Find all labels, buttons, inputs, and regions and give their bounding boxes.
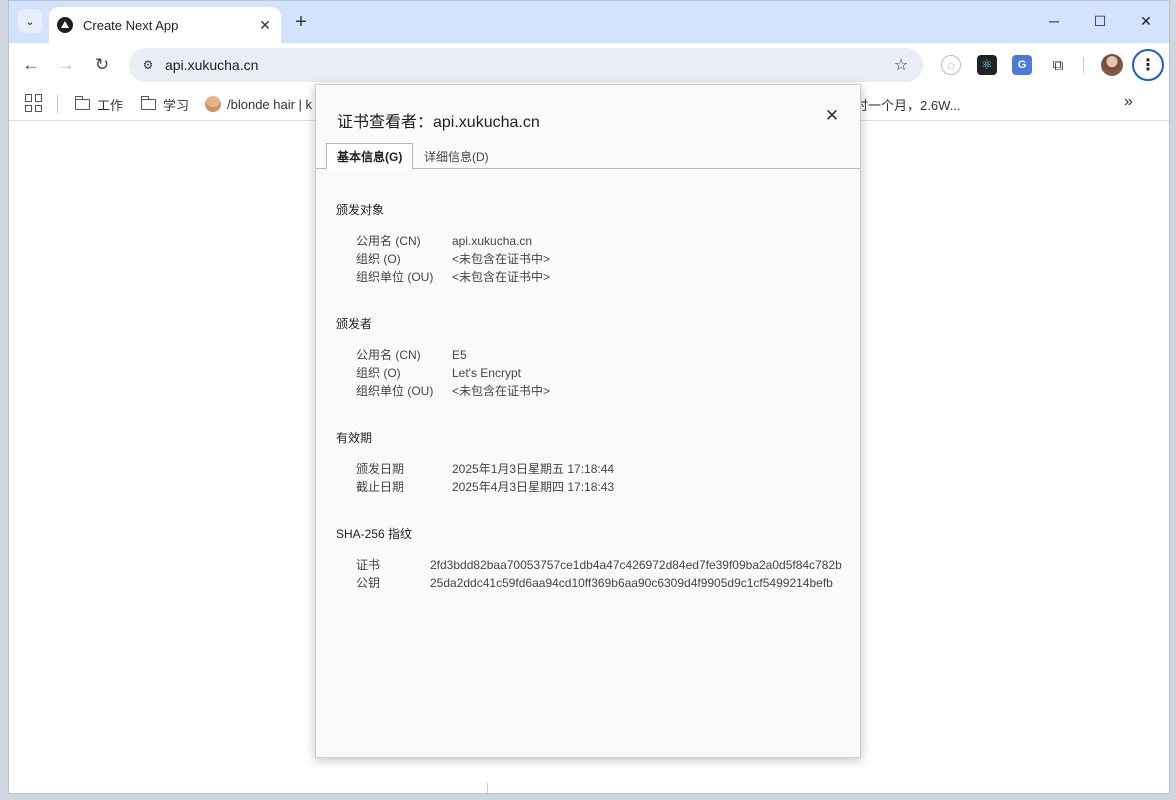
field-value: 2fd3bdd82baa70053757ce1db4a47c426972d84e… — [430, 558, 842, 572]
field-value: <未包含在证书中> — [452, 270, 551, 284]
certificate-viewer-dialog: 证书查看者：api.xukucha.cn ✕ 基本信息(G) 详细信息(D) 颁… — [315, 84, 861, 758]
field-label: 颁发日期 — [356, 462, 405, 476]
new-tab-button[interactable]: + — [289, 10, 313, 34]
tab-search-button[interactable]: ⌄ — [18, 9, 42, 33]
close-icon: ✕ — [1140, 12, 1152, 29]
close-icon[interactable]: ✕ — [821, 105, 843, 127]
field-value: 25da2ddc41c59fd6aa94cd10ff369b6aa90c6309… — [430, 576, 833, 590]
tab-general[interactable]: 基本信息(G) — [326, 143, 414, 170]
maximize-button[interactable]: ☐ — [1086, 9, 1114, 33]
window-close-button[interactable]: ✕ — [1132, 9, 1160, 33]
minimize-button[interactable]: ─ — [1040, 9, 1068, 33]
toolbar: ← → ↻ ⚙ api.xukucha.cn ☆ ◌ ⚛ G ⧉ ⋮ — [9, 43, 1169, 87]
section-validity: 有效期 — [336, 431, 373, 445]
maximize-icon: ☐ — [1093, 12, 1107, 29]
bookmark-label: 工作 — [97, 97, 124, 113]
minimize-icon: ─ — [1049, 13, 1059, 29]
section-fingerprints: SHA-256 指纹 — [336, 527, 413, 541]
star-icon[interactable]: ☆ — [887, 51, 915, 79]
field-value: 2025年4月3日星期四 17:18:43 — [452, 480, 615, 494]
bookmark-link-blonde-hair[interactable]: /blonde hair | k — [205, 94, 312, 114]
extensions-puzzle-icon[interactable]: ⧉ — [1048, 55, 1068, 75]
field-value: Let's Encrypt — [452, 366, 521, 380]
reload-button[interactable]: ↻ — [88, 51, 116, 79]
chevron-double-right-icon[interactable]: » — [1124, 93, 1133, 111]
folder-icon — [141, 95, 156, 110]
arrow-right-icon: → — [57, 55, 75, 74]
field-label: 公用名 (CN) — [356, 348, 421, 362]
field-label: 组织单位 (OU) — [356, 270, 434, 284]
close-icon[interactable]: ✕ — [255, 15, 275, 35]
field-label: 组织 (O) — [356, 366, 401, 380]
url-text[interactable]: api.xukucha.cn — [165, 57, 887, 73]
browser-window: ⌄ Create Next App ✕ + ─ ☐ ✕ ← → ↻ ⚙ api.… — [8, 0, 1170, 794]
field-row: 组织单位 (OU) <未包含在证书中> — [356, 268, 550, 286]
section-issued-to: 颁发对象 — [336, 203, 385, 217]
field-value: 2025年1月3日星期五 17:18:44 — [452, 462, 615, 476]
field-row: 公用名 (CN) E5 — [356, 346, 467, 364]
field-label: 截止日期 — [356, 480, 405, 494]
back-button[interactable]: ← — [17, 51, 45, 79]
folder-icon — [75, 95, 90, 110]
site-info-tune-icon[interactable]: ⚙ — [139, 56, 157, 74]
more-vertical-icon[interactable]: ⋮ — [1132, 49, 1164, 81]
nextjs-favicon-icon — [57, 17, 73, 33]
field-value: api.xukucha.cn — [452, 234, 533, 248]
bookmark-label: /blonde hair | k — [227, 96, 313, 112]
field-label: 公用名 (CN) — [356, 234, 421, 248]
profile-avatar[interactable] — [1101, 54, 1123, 76]
bookmark-folder-study[interactable]: 学习 — [141, 94, 189, 114]
address-bar[interactable]: ⚙ api.xukucha.cn ☆ — [129, 48, 923, 82]
field-value: <未包含在证书中> — [452, 252, 551, 266]
apps-grid-icon[interactable] — [25, 94, 43, 112]
react-devtools-icon[interactable]: ⚛ — [977, 55, 997, 75]
chevron-down-icon: ⌄ — [25, 15, 35, 28]
anime-avatar-favicon-icon — [205, 96, 221, 112]
section-issued-by: 颁发者 — [336, 317, 373, 331]
field-value: <未包含在证书中> — [452, 384, 551, 398]
browser-tab[interactable]: Create Next App ✕ — [49, 7, 281, 43]
reload-icon: ↻ — [94, 55, 110, 74]
field-label: 组织 (O) — [356, 252, 401, 266]
tab-strip: ⌄ Create Next App ✕ + ─ ☐ ✕ — [9, 1, 1169, 43]
plus-icon: + — [295, 10, 307, 33]
field-label: 组织单位 (OU) — [356, 384, 434, 398]
arrow-left-icon: ← — [22, 55, 40, 74]
field-row: 组织 (O) Let's Encrypt — [356, 364, 521, 382]
field-row: 公钥 25da2ddc41c59fd6aa94cd10ff369b6aa90c63… — [356, 574, 833, 592]
tab-details[interactable]: 详细信息(D) — [414, 143, 499, 170]
field-row: 公用名 (CN) api.xukucha.cn — [356, 232, 532, 250]
bookmark-label: 时一个月，2.6W... — [855, 97, 961, 113]
bookmark-link-article[interactable]: 时一个月，2.6W... — [855, 94, 960, 114]
dialog-title: 证书查看者：api.xukucha.cn — [337, 114, 540, 131]
field-value: E5 — [452, 348, 467, 362]
bookmark-folder-work[interactable]: 工作 — [75, 94, 123, 114]
field-row: 证书 2fd3bdd82baa70053757ce1db4a47c426972d8… — [356, 556, 842, 574]
field-row: 组织单位 (OU) <未包含在证书中> — [356, 382, 550, 400]
field-row: 颁发日期 2025年1月3日星期五 17:18:44 — [356, 460, 614, 478]
dialog-tabs: 基本信息(G) 详细信息(D) — [316, 143, 860, 170]
bookmarks-divider — [57, 95, 58, 113]
toolbar-divider — [1083, 57, 1084, 73]
field-label: 公钥 — [356, 576, 381, 590]
field-row: 截止日期 2025年4月3日星期四 17:18:43 — [356, 478, 614, 496]
bookmark-label: 学习 — [163, 97, 190, 113]
tab-title: Create Next App — [83, 17, 179, 33]
field-label: 证书 — [356, 558, 381, 572]
field-row: 组织 (O) <未包含在证书中> — [356, 250, 550, 268]
forward-button[interactable]: → — [52, 51, 80, 79]
extension-1-icon[interactable]: ◌ — [941, 55, 961, 75]
page-divider — [487, 783, 488, 793]
translate-extension-icon[interactable]: G — [1012, 55, 1032, 75]
